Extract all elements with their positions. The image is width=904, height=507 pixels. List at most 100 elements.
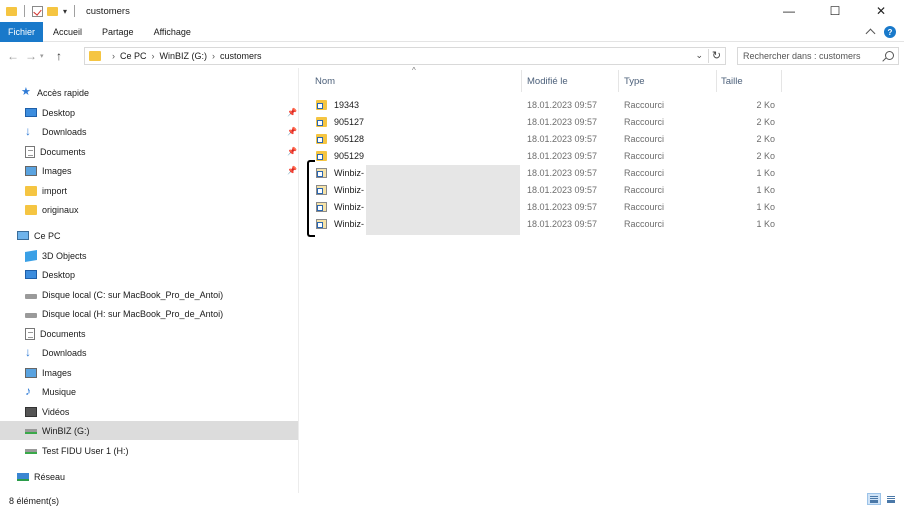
sidebar-item-import[interactable]: import (0, 181, 298, 200)
properties-icon[interactable] (32, 5, 43, 17)
file-type: Raccourci (624, 167, 665, 178)
column-separator[interactable] (781, 70, 782, 92)
videos-icon (25, 406, 37, 417)
file-row[interactable]: Winbiz- 18.01.2023 09:57 Raccourci 1 Ko (313, 215, 783, 232)
tab-fichier[interactable]: Fichier (0, 21, 44, 42)
breadcrumb-ce-pc[interactable]: Ce PC (120, 51, 147, 61)
file-row[interactable]: 905127 18.01.2023 09:57 Raccourci 2 Ko (313, 113, 783, 130)
breadcrumb-winbiz[interactable]: WinBIZ (G:) (160, 51, 208, 61)
customize-toolbar-dropdown-icon[interactable]: ▾ (63, 7, 67, 16)
sidebar-item-label: Disque local (C: sur MacBook_Pro_de_Anto… (42, 289, 224, 300)
column-header-name[interactable]: Nom (315, 70, 335, 92)
drive-icon (25, 294, 37, 299)
minimize-button[interactable]: — (766, 0, 812, 22)
sidebar-item-label: Test FIDU User 1 (H:) (42, 445, 129, 456)
file-type: Raccourci (624, 116, 665, 127)
status-item-count: 8 élément(s) (9, 496, 60, 506)
address-history-dropdown-icon[interactable]: ⌄ (695, 50, 703, 61)
file-size: 1 Ko (756, 184, 775, 195)
sidebar-item-downloads[interactable]: ↓ Downloads (0, 343, 298, 362)
annotation-bracket (307, 160, 315, 237)
file-type: Raccourci (624, 150, 665, 161)
file-row[interactable]: Winbiz- 18.01.2023 09:57 Raccourci 1 Ko (313, 181, 783, 198)
sidebar-item-label: Images (42, 367, 72, 378)
sidebar-item-quick-access[interactable]: ★ Accès rapide (0, 83, 298, 102)
breadcrumb-chevron-icon[interactable]: › (152, 51, 155, 61)
toolbar-separator (24, 5, 25, 17)
sidebar-item-documents[interactable]: Documents (0, 324, 298, 343)
sidebar-item-videos[interactable]: Vidéos (0, 402, 298, 421)
large-icons-view-icon[interactable] (884, 493, 898, 505)
maximize-button[interactable]: ☐ (812, 0, 858, 22)
sidebar-item-test-fidu-drive[interactable]: Test FIDU User 1 (H:) (0, 441, 298, 460)
window-title: customers (86, 5, 130, 17)
address-bar[interactable]: › Ce PC › WinBIZ (G:) › customers ⌄ ↻ (84, 47, 726, 65)
tab-accueil[interactable]: Accueil (43, 22, 92, 42)
breadcrumb-chevron-icon[interactable]: › (212, 51, 215, 61)
file-row[interactable]: 19343 18.01.2023 09:57 Raccourci 2 Ko (313, 96, 783, 113)
file-type: Raccourci (624, 99, 665, 110)
sidebar-item-downloads[interactable]: ↓ Downloads 📌 (0, 122, 298, 141)
file-type: Raccourci (624, 184, 665, 195)
pin-icon[interactable]: 📌 (287, 167, 297, 175)
sort-ascending-icon: ^ (412, 66, 416, 75)
pin-icon[interactable]: 📌 (287, 109, 297, 117)
sidebar-item-desktop[interactable]: Desktop (0, 265, 298, 284)
file-modified: 18.01.2023 09:57 (527, 133, 598, 144)
network-drive-icon (25, 429, 37, 434)
file-row[interactable]: Winbiz- 18.01.2023 09:57 Raccourci 1 Ko (313, 164, 783, 181)
up-arrow-icon[interactable]: ↑ (50, 49, 68, 63)
new-folder-icon[interactable] (47, 6, 58, 16)
close-button[interactable]: ✕ (858, 0, 904, 22)
sidebar-item-music[interactable]: ♪ Musique (0, 382, 298, 401)
sidebar-item-this-pc[interactable]: Ce PC (0, 226, 298, 245)
file-row[interactable]: 905129 18.01.2023 09:57 Raccourci 2 Ko (313, 147, 783, 164)
download-icon: ↓ (25, 124, 31, 138)
column-separator[interactable] (716, 70, 717, 92)
3d-objects-icon (25, 249, 37, 262)
forward-arrow-icon[interactable]: → (22, 49, 40, 63)
column-header-modified[interactable]: Modifié le (527, 70, 568, 92)
column-header-type[interactable]: Type (624, 70, 645, 92)
file-modified: 18.01.2023 09:57 (527, 150, 598, 161)
breadcrumb-customers[interactable]: customers (220, 51, 262, 61)
sidebar-item-label: 3D Objects (42, 250, 87, 261)
refresh-icon[interactable]: ↻ (708, 49, 722, 63)
tab-affichage[interactable]: Affichage (144, 22, 201, 42)
sidebar-item-desktop[interactable]: Desktop 📌 (0, 103, 298, 122)
help-icon[interactable]: ? (884, 26, 896, 38)
search-icon[interactable] (885, 51, 894, 60)
recent-locations-dropdown-icon[interactable]: ▾ (40, 52, 50, 60)
file-size: 1 Ko (756, 218, 775, 229)
pin-icon[interactable]: 📌 (287, 148, 297, 156)
file-row[interactable]: Winbiz- 18.01.2023 09:57 Raccourci 1 Ko (313, 198, 783, 215)
tab-partage[interactable]: Partage (92, 22, 144, 42)
sidebar-item-3d-objects[interactable]: 3D Objects (0, 246, 298, 265)
pin-icon[interactable]: 📌 (287, 128, 297, 136)
expand-ribbon-chevron-icon[interactable] (865, 28, 876, 39)
back-arrow-icon[interactable]: ← (4, 49, 22, 63)
pane-divider[interactable] (298, 68, 299, 493)
sidebar-item-images[interactable]: Images (0, 363, 298, 382)
sidebar-item-network[interactable]: Réseau (0, 467, 298, 486)
column-separator[interactable] (618, 70, 619, 92)
folder-icon (25, 185, 37, 196)
sidebar-item-drive-c[interactable]: Disque local (C: sur MacBook_Pro_de_Anto… (0, 285, 298, 304)
file-row[interactable]: 905128 18.01.2023 09:57 Raccourci 2 Ko (313, 130, 783, 147)
details-view-icon[interactable] (867, 493, 881, 505)
breadcrumb-chevron-icon[interactable]: › (112, 51, 115, 61)
sidebar-item-label: import (42, 185, 68, 196)
file-size: 2 Ko (756, 99, 775, 110)
sidebar-item-originaux[interactable]: originaux (0, 200, 298, 219)
navigation-bar: ← → ▾ ↑ › Ce PC › WinBIZ (G:) › customer… (0, 44, 904, 68)
column-header-size[interactable]: Taille (721, 70, 743, 92)
search-box[interactable] (737, 47, 899, 65)
file-modified: 18.01.2023 09:57 (527, 116, 598, 127)
sidebar-item-drive-h[interactable]: Disque local (H: sur MacBook_Pro_de_Anto… (0, 304, 298, 323)
sidebar-item-winbiz-drive[interactable]: WinBIZ (G:) (0, 421, 298, 440)
sidebar-item-documents[interactable]: Documents 📌 (0, 142, 298, 161)
star-icon: ★ (21, 86, 31, 98)
column-separator[interactable] (521, 70, 522, 92)
sidebar-item-images[interactable]: Images 📌 (0, 161, 298, 180)
search-input[interactable] (743, 51, 883, 61)
